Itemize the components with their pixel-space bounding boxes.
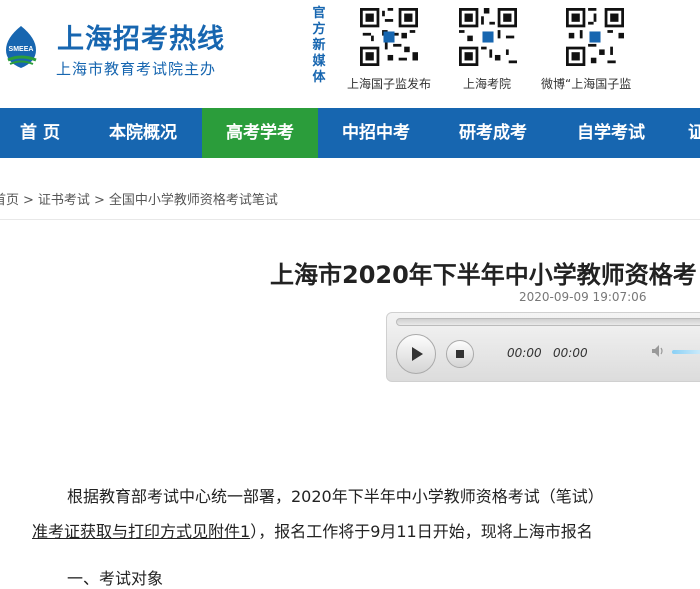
stop-icon — [456, 350, 464, 358]
breadcrumb-certificate-exams[interactable]: 证书考试 — [38, 193, 90, 208]
qr-code-gzj-icon — [360, 8, 418, 66]
site-subtitle: 上海市教育考试院主办 — [56, 60, 217, 78]
qr-caption-kaoyuan: 上海考院 — [463, 77, 512, 91]
admission-ticket-link[interactable]: 准考证获取与打印方式见附件1 — [32, 522, 250, 541]
media-label: 官方新媒体 — [312, 6, 326, 85]
breadcrumb-separator: > — [93, 193, 105, 208]
article-date: 2020-09-09 19:07:06 — [519, 290, 647, 304]
nav-item-certificate[interactable]: 证 — [688, 108, 700, 158]
audio-current-time: 00:00 — [507, 346, 542, 360]
breadcrumb-home[interactable]: 首页 — [0, 193, 19, 208]
volume-icon[interactable] — [650, 343, 666, 359]
logo-text: SMEEA — [9, 46, 34, 53]
article-title: 上海市2020年下半年中小学教师资格考 — [270, 261, 697, 289]
volume-slider[interactable] — [672, 350, 700, 354]
qr-caption-gzj: 上海国子监发布 — [347, 77, 432, 91]
qr-code-kaoyuan-icon — [459, 8, 517, 66]
breadcrumb-teacher-qualification[interactable]: 全国中小学教师资格考试笔试 — [109, 193, 278, 208]
qr-code-weibo-icon — [566, 8, 624, 66]
article-paragraph-2: 准考证获取与打印方式见附件1），报名工作将于9月11日开始，现将上海市报名 — [32, 518, 593, 542]
section-heading-1: 一、考试对象 — [67, 569, 164, 588]
qr-caption-weibo: 微博“上海国子监 — [541, 77, 632, 91]
play-button[interactable] — [396, 334, 436, 374]
nav-item-home[interactable]: 首 页 — [0, 108, 80, 158]
audio-duration: 00:00 — [553, 346, 588, 360]
play-icon — [412, 347, 423, 361]
nav-item-about[interactable]: 本院概况 — [84, 108, 202, 158]
article-paragraph-1: 根据教育部考试中心统一部署，2020年下半年中小学教师资格考试（笔试） — [67, 487, 604, 506]
audio-progress-bar[interactable] — [396, 318, 700, 326]
breadcrumb-divider — [0, 219, 700, 220]
nav-item-zixue[interactable]: 自学考试 — [552, 108, 670, 158]
nav-item-zhongkao[interactable]: 中招中考 — [318, 108, 434, 158]
breadcrumb-separator: > — [23, 193, 34, 208]
breadcrumb: 首页>证书考试>全国中小学教师资格考试笔试 — [0, 189, 280, 208]
article-paragraph-2-text: ），报名工作将于9月11日开始，现将上海市报名 — [250, 522, 593, 541]
nav-item-gaokao[interactable]: 高考学考 — [202, 108, 318, 158]
site-title[interactable]: 上海招考热线 — [57, 17, 225, 56]
stop-button[interactable] — [446, 340, 474, 368]
nav-item-yankao[interactable]: 研考成考 — [434, 108, 552, 158]
smeea-logo-icon[interactable]: SMEEA — [2, 24, 40, 70]
